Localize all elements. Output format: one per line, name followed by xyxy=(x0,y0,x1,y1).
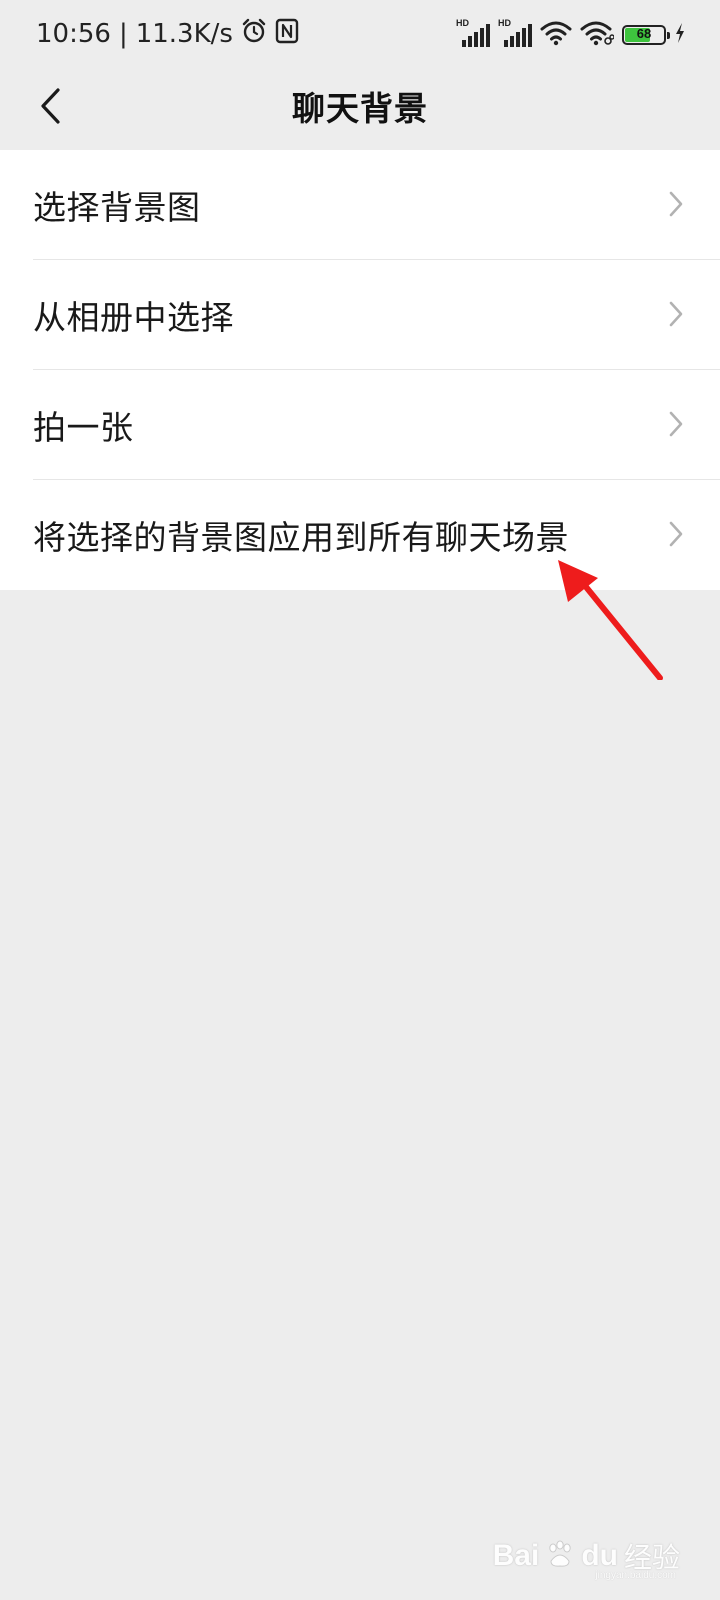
list-item-label: 选择背景图 xyxy=(33,188,201,227)
list-item-label: 将选择的背景图应用到所有聊天场景 xyxy=(33,518,569,557)
nfc-icon xyxy=(275,18,299,51)
chevron-right-icon xyxy=(668,300,684,332)
list-item-label: 拍一张 xyxy=(33,408,134,447)
alarm-icon xyxy=(241,18,267,51)
watermark-brand: Bai xyxy=(492,1539,540,1572)
battery-icon: 68 xyxy=(622,25,670,45)
watermark-url: jingyan.baidu.com xyxy=(595,1570,676,1581)
list-item-label: 从相册中选择 xyxy=(33,298,234,337)
status-left: 10:56 | 11.3K/s xyxy=(36,15,299,53)
watermark-brand-2: du xyxy=(581,1539,618,1572)
network-speed: 11.3K/s xyxy=(135,19,233,49)
charging-icon xyxy=(674,22,686,48)
red-arrow-icon xyxy=(550,560,670,684)
signal-hd-icon: HD xyxy=(498,18,532,48)
chevron-right-icon xyxy=(668,520,684,552)
battery-level: 68 xyxy=(636,26,652,41)
status-bar: 10:56 | 11.3K/s HD HD 68 xyxy=(0,0,720,68)
status-time: 10:56 xyxy=(36,19,111,49)
watermark-logo: Bai du 经验 jingyan.baidu.com xyxy=(492,1536,680,1581)
chevron-right-icon xyxy=(668,410,684,442)
status-right: HD HD 68 xyxy=(456,18,686,52)
list-item-take-photo[interactable]: 拍一张 xyxy=(0,370,720,480)
wifi-icon xyxy=(540,20,572,50)
paw-icon xyxy=(545,1539,575,1573)
signal-hd-icon: HD xyxy=(456,18,490,48)
battery-nub xyxy=(667,32,670,39)
status-separator: | xyxy=(118,19,128,49)
chevron-right-icon xyxy=(668,190,684,222)
page-title: 聊天背景 xyxy=(292,89,428,128)
nav-bar: 聊天背景 xyxy=(0,68,720,148)
list-item-choose-from-album[interactable]: 从相册中选择 xyxy=(0,260,720,370)
list-item-select-background[interactable]: 选择背景图 xyxy=(0,150,720,260)
wifi-link-icon xyxy=(580,20,615,50)
settings-list: 选择背景图 从相册中选择 拍一张 将选择的背景图应用到所有聊天场景 xyxy=(0,150,720,590)
